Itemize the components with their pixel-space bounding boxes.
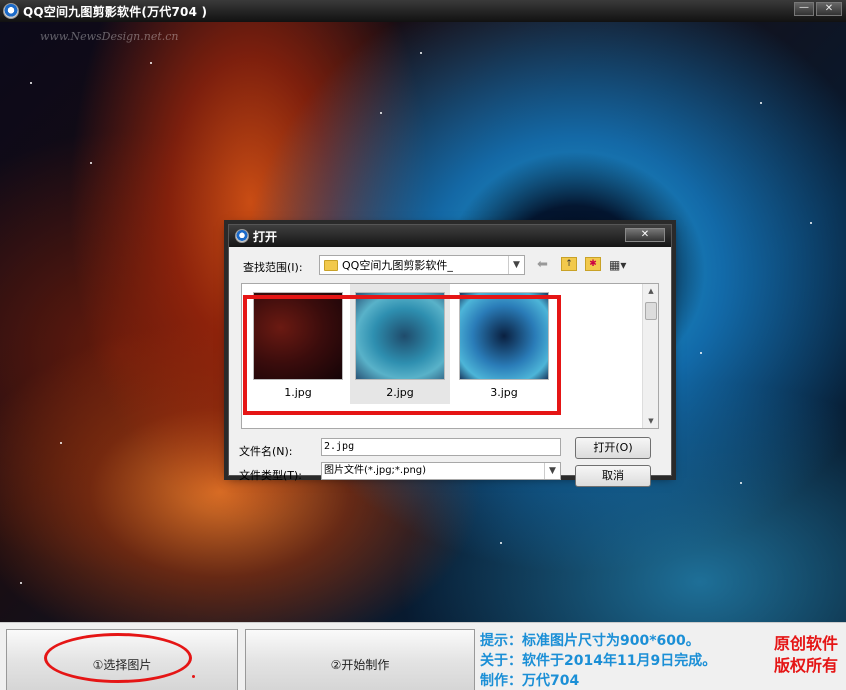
bottom-bar: ①选择图片 ②开始制作 提示：标准图片尺寸为900*600。 关于：软件于201…	[0, 622, 846, 690]
dialog-body: 查找范围(I): QQ空间九图剪影软件_ ▼ ⬅ ↑ ✱ ▦▾ 1.jpg 2.…	[229, 247, 671, 487]
red-dot-marker	[192, 675, 195, 678]
back-arrow-icon[interactable]: ⬅	[537, 257, 548, 273]
window-titlebar: QQ空间九图剪影软件(万代704 ) — ✕	[0, 0, 846, 22]
file-type-field-label: 文件类型(T):	[239, 469, 303, 482]
red-highlight-circle	[44, 633, 192, 683]
dialog-title: 打开	[253, 229, 278, 244]
cancel-button[interactable]: 取消	[575, 465, 651, 487]
red-highlight-box	[243, 295, 561, 415]
file-name-input[interactable]: 2.jpg	[321, 438, 561, 456]
chevron-down-icon[interactable]: ▼	[508, 256, 524, 274]
minimize-button[interactable]: —	[794, 2, 814, 16]
dialog-close-button[interactable]: ✕	[625, 228, 665, 242]
app-icon	[3, 3, 19, 19]
info-line-about: 关于：软件于2014年11月9日完成。	[480, 653, 717, 669]
window-title: QQ空间九图剪影软件(万代704 )	[23, 4, 208, 19]
new-folder-icon[interactable]: ✱	[585, 257, 601, 271]
look-in-value: QQ空间九图剪影软件_	[342, 259, 453, 272]
info-text: 提示：标准图片尺寸为900*600。 关于：软件于2014年11月9日完成。 制…	[480, 631, 716, 690]
start-making-button[interactable]: ②开始制作	[245, 629, 475, 690]
file-type-value: 图片文件(*.jpg;*.png)	[324, 465, 427, 476]
look-in-combobox[interactable]: QQ空间九图剪影软件_ ▼	[319, 255, 525, 275]
open-file-dialog: 打开 ✕ 查找范围(I): QQ空间九图剪影软件_ ▼ ⬅ ↑ ✱ ▦▾ 1.j…	[228, 224, 672, 487]
folder-icon	[324, 259, 338, 271]
vertical-scrollbar[interactable]: ▲ ▼	[642, 284, 658, 428]
open-button[interactable]: 打开(O)	[575, 437, 651, 459]
dialog-app-icon	[235, 229, 249, 243]
dialog-titlebar: 打开 ✕	[229, 225, 671, 247]
chevron-down-icon[interactable]: ▼	[544, 463, 560, 479]
file-name-field-label: 文件名(N):	[239, 445, 293, 458]
scroll-up-icon[interactable]: ▲	[643, 284, 659, 298]
scroll-down-icon[interactable]: ▼	[643, 414, 659, 428]
up-folder-icon[interactable]: ↑	[561, 257, 577, 271]
info-line-author: 制作：万代704	[480, 673, 580, 689]
credits-line-copyright: 版权所有	[774, 656, 839, 675]
info-line-tip: 提示：标准图片尺寸为900*600。	[480, 633, 700, 649]
credits-line-original: 原创软件	[774, 634, 839, 653]
look-in-label: 查找范围(I):	[243, 261, 303, 274]
credits-text: 原创软件 版权所有	[774, 633, 846, 677]
close-button[interactable]: ✕	[816, 2, 842, 16]
watermark-text: www.NewsDesign.net.cn	[40, 30, 179, 43]
file-type-combobox[interactable]: 图片文件(*.jpg;*.png) ▼	[321, 462, 561, 480]
scroll-thumb[interactable]	[645, 302, 657, 320]
view-menu-icon[interactable]: ▦▾	[609, 257, 635, 273]
